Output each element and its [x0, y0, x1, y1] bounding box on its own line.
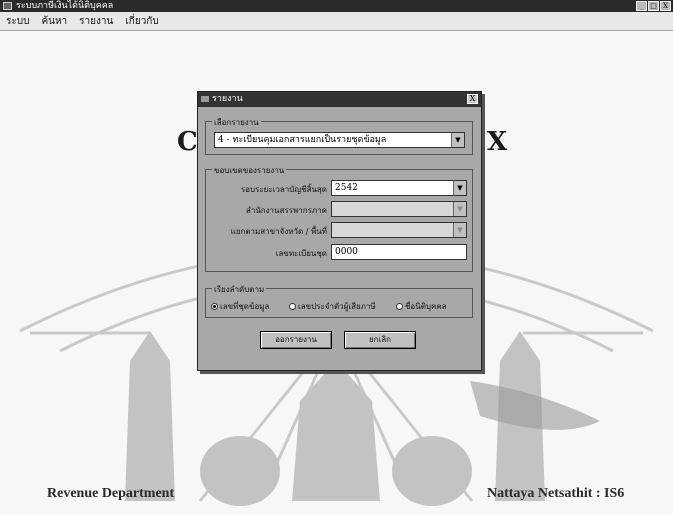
footer-right-text: Nattaya Netsathit : IS6	[487, 486, 625, 501]
dialog-icon	[201, 96, 209, 102]
dialog-close-button[interactable]: X	[467, 94, 478, 104]
report-group-label: เลือกรายงาน	[212, 116, 261, 129]
sort-by-name-label: ชื่อนิติบุคคล	[405, 302, 447, 311]
chevron-down-icon[interactable]: ▼	[451, 133, 464, 147]
menu-report[interactable]: รายงาน	[73, 14, 119, 29]
report-type-value: 4 - ทะเบียนคุมเอกสารแยกเป็นรายชุดข้อมูล	[218, 135, 387, 145]
sort-by-taxid-radio[interactable]: เลขประจำตัวผู้เสียภาษี	[289, 300, 376, 313]
scope-group: ขอบเขตของรายงาน รอบระยะเวลาบัญชีสิ้นสุด …	[205, 164, 473, 272]
fiscal-year-value: 2542	[335, 183, 358, 193]
sort-by-taxid-label: เลขประจำตัวผู้เสียภาษี	[298, 302, 376, 311]
app-icon	[3, 2, 12, 10]
radio-unselected-icon	[289, 303, 296, 310]
chevron-down-icon[interactable]: ▼	[453, 223, 466, 237]
batch-number-value: 0000	[335, 247, 358, 257]
fiscal-year-select[interactable]: 2542 ▼	[331, 180, 467, 196]
report-dialog: รายงาน X เลือกรายงาน 4 - ทะเบียนคุมเอกสา…	[197, 91, 482, 371]
sort-by-batch-label: เลขที่ชุดข้อมูล	[220, 302, 270, 311]
batch-number-input[interactable]: 0000	[331, 244, 467, 260]
chevron-down-icon[interactable]: ▼	[453, 202, 466, 216]
dialog-title: รายงาน	[212, 94, 243, 104]
branch-area-label: แยกตามสาขาจังหวัด / พื้นที่	[230, 227, 327, 236]
scope-group-label: ขอบเขตของรายงาน	[212, 164, 287, 177]
region-office-select[interactable]: ▼	[331, 201, 467, 217]
sort-by-name-radio[interactable]: ชื่อนิติบุคคล	[396, 300, 447, 313]
report-type-select[interactable]: 4 - ทะเบียนคุมเอกสารแยกเป็นรายชุดข้อมูล …	[214, 132, 465, 148]
sort-group: เรียงลำดับตาม เลขที่ชุดข้อมูล เลขประจำตั…	[205, 283, 473, 318]
sort-group-label: เรียงลำดับตาม	[212, 283, 267, 296]
footer-left-text: Revenue Department	[47, 486, 175, 501]
bg-letter-left: C	[177, 127, 198, 157]
region-office-label: สำนักงานสรรพากรภาค	[245, 206, 327, 215]
menu-about[interactable]: เกี่ยวกับ	[119, 14, 164, 29]
bg-letter-right: X	[487, 127, 508, 157]
fiscal-year-label: รอบระยะเวลาบัญชีสิ้นสุด	[240, 185, 327, 194]
minimize-button[interactable]: _	[636, 1, 647, 11]
menu-system[interactable]: ระบบ	[0, 14, 35, 29]
radio-selected-icon	[211, 303, 218, 310]
sort-by-batch-radio[interactable]: เลขที่ชุดข้อมูล	[211, 300, 269, 313]
menu-bar: ระบบ ค้นหา รายงาน เกี่ยวกับ	[0, 12, 673, 31]
close-button[interactable]: X	[660, 1, 671, 11]
cancel-button[interactable]: ยกเลิก	[344, 331, 416, 349]
menu-search[interactable]: ค้นหา	[35, 14, 73, 29]
generate-report-button[interactable]: ออกรายงาน	[260, 331, 332, 349]
dialog-title-bar: รายงาน X	[198, 92, 481, 107]
app-title-bar: ระบบภาษีเงินได้นิติบุคคล _ □ X	[0, 0, 673, 12]
branch-area-select[interactable]: ▼	[331, 222, 467, 238]
batch-number-label: เลขทะเบียนชุด	[275, 249, 327, 258]
app-title: ระบบภาษีเงินได้นิติบุคคล	[16, 1, 114, 11]
chevron-down-icon[interactable]: ▼	[453, 181, 466, 195]
report-select-group: เลือกรายงาน 4 - ทะเบียนคุมเอกสารแยกเป็นร…	[205, 116, 473, 155]
maximize-button[interactable]: □	[648, 1, 659, 11]
radio-unselected-icon	[396, 303, 403, 310]
